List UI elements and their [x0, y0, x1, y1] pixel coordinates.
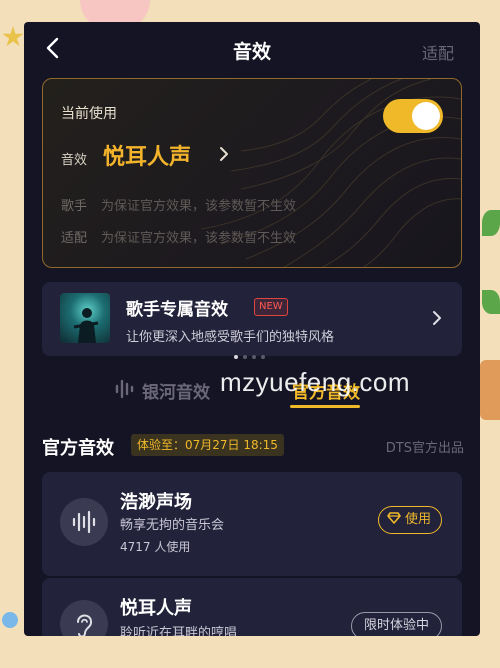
effect-toggle[interactable]: [383, 99, 443, 133]
pagination-dot[interactable]: [252, 355, 256, 359]
effect-name: 悦耳人声: [120, 598, 192, 619]
effect-card-soundfield[interactable]: 浩渺声场 畅享无拘的音乐会 4717 人使用 使用: [42, 472, 462, 576]
pagination-dot[interactable]: [243, 355, 247, 359]
nav-bar: 音效 适配: [24, 22, 480, 74]
paw-sticker: [2, 612, 18, 628]
active-tab-indicator: [290, 405, 360, 408]
chevron-right-icon: [433, 311, 441, 325]
current-effect-name[interactable]: 悦耳人声: [103, 139, 191, 171]
page-title: 音效: [232, 41, 271, 63]
adapt-label: 适配: [61, 231, 88, 246]
banner-pagination: [234, 344, 270, 363]
singer-note: 为保证官方效果，该参数暂不生效: [101, 199, 297, 214]
pagination-dot[interactable]: [234, 355, 238, 359]
section-title: 官方音效: [42, 438, 114, 459]
tab-label: 银河音效: [142, 383, 210, 403]
app-screen: 音效 适配 当前使用 音效 悦耳人声 歌手 为保证官方效果，该参数暂不生效 适配…: [24, 22, 480, 636]
star-sticker: [2, 26, 24, 47]
watermark: mzyuefeng.com: [220, 367, 411, 397]
effect-label: 音效: [61, 153, 88, 168]
trial-button[interactable]: 限时体验中: [350, 612, 442, 636]
ear-icon: [60, 600, 108, 636]
toggle-knob: [412, 102, 440, 130]
singer-thumbnail: [60, 293, 110, 343]
effect-description: 聆听近在耳畔的哼唱: [120, 626, 238, 636]
waveform-icon: [115, 379, 134, 399]
trial-expiry-badge: 体验至：07月27日 18:15: [131, 434, 284, 456]
singer-label: 歌手: [61, 199, 88, 214]
dts-credit: DTS官方出品: [385, 441, 464, 456]
tab-galaxy-effects[interactable]: 银河音效: [115, 378, 210, 403]
current-use-label: 当前使用: [61, 106, 117, 122]
leaf-sticker: [482, 210, 500, 236]
pagination-dot[interactable]: [261, 355, 265, 359]
effect-card-vocal[interactable]: 悦耳人声 聆听近在耳畔的哼唱 限时体验中: [42, 578, 462, 636]
new-badge: NEW: [254, 298, 288, 316]
banner-title: 歌手专属音效: [126, 300, 228, 320]
leaf-sticker: [482, 290, 500, 314]
plant-pot-sticker: [480, 360, 500, 420]
use-button[interactable]: 使用: [377, 506, 442, 534]
banner-subtitle: 让你更深入地感受歌手们的独特风格: [126, 330, 335, 345]
effect-name: 浩渺声场: [120, 492, 192, 513]
effect-user-count: 4717 人使用: [120, 540, 191, 554]
effect-description: 畅享无拘的音乐会: [120, 518, 225, 533]
waveform-icon: [60, 498, 108, 546]
use-label: 使用: [404, 512, 431, 527]
diamond-icon: [387, 512, 401, 524]
chevron-right-icon[interactable]: [217, 145, 231, 163]
adapt-note: 为保证官方效果，该参数暂不生效: [101, 231, 297, 246]
current-effect-card: 当前使用 音效 悦耳人声 歌手 为保证官方效果，该参数暂不生效 适配 为保证官方…: [42, 78, 462, 268]
adapt-button[interactable]: 适配: [422, 40, 454, 64]
